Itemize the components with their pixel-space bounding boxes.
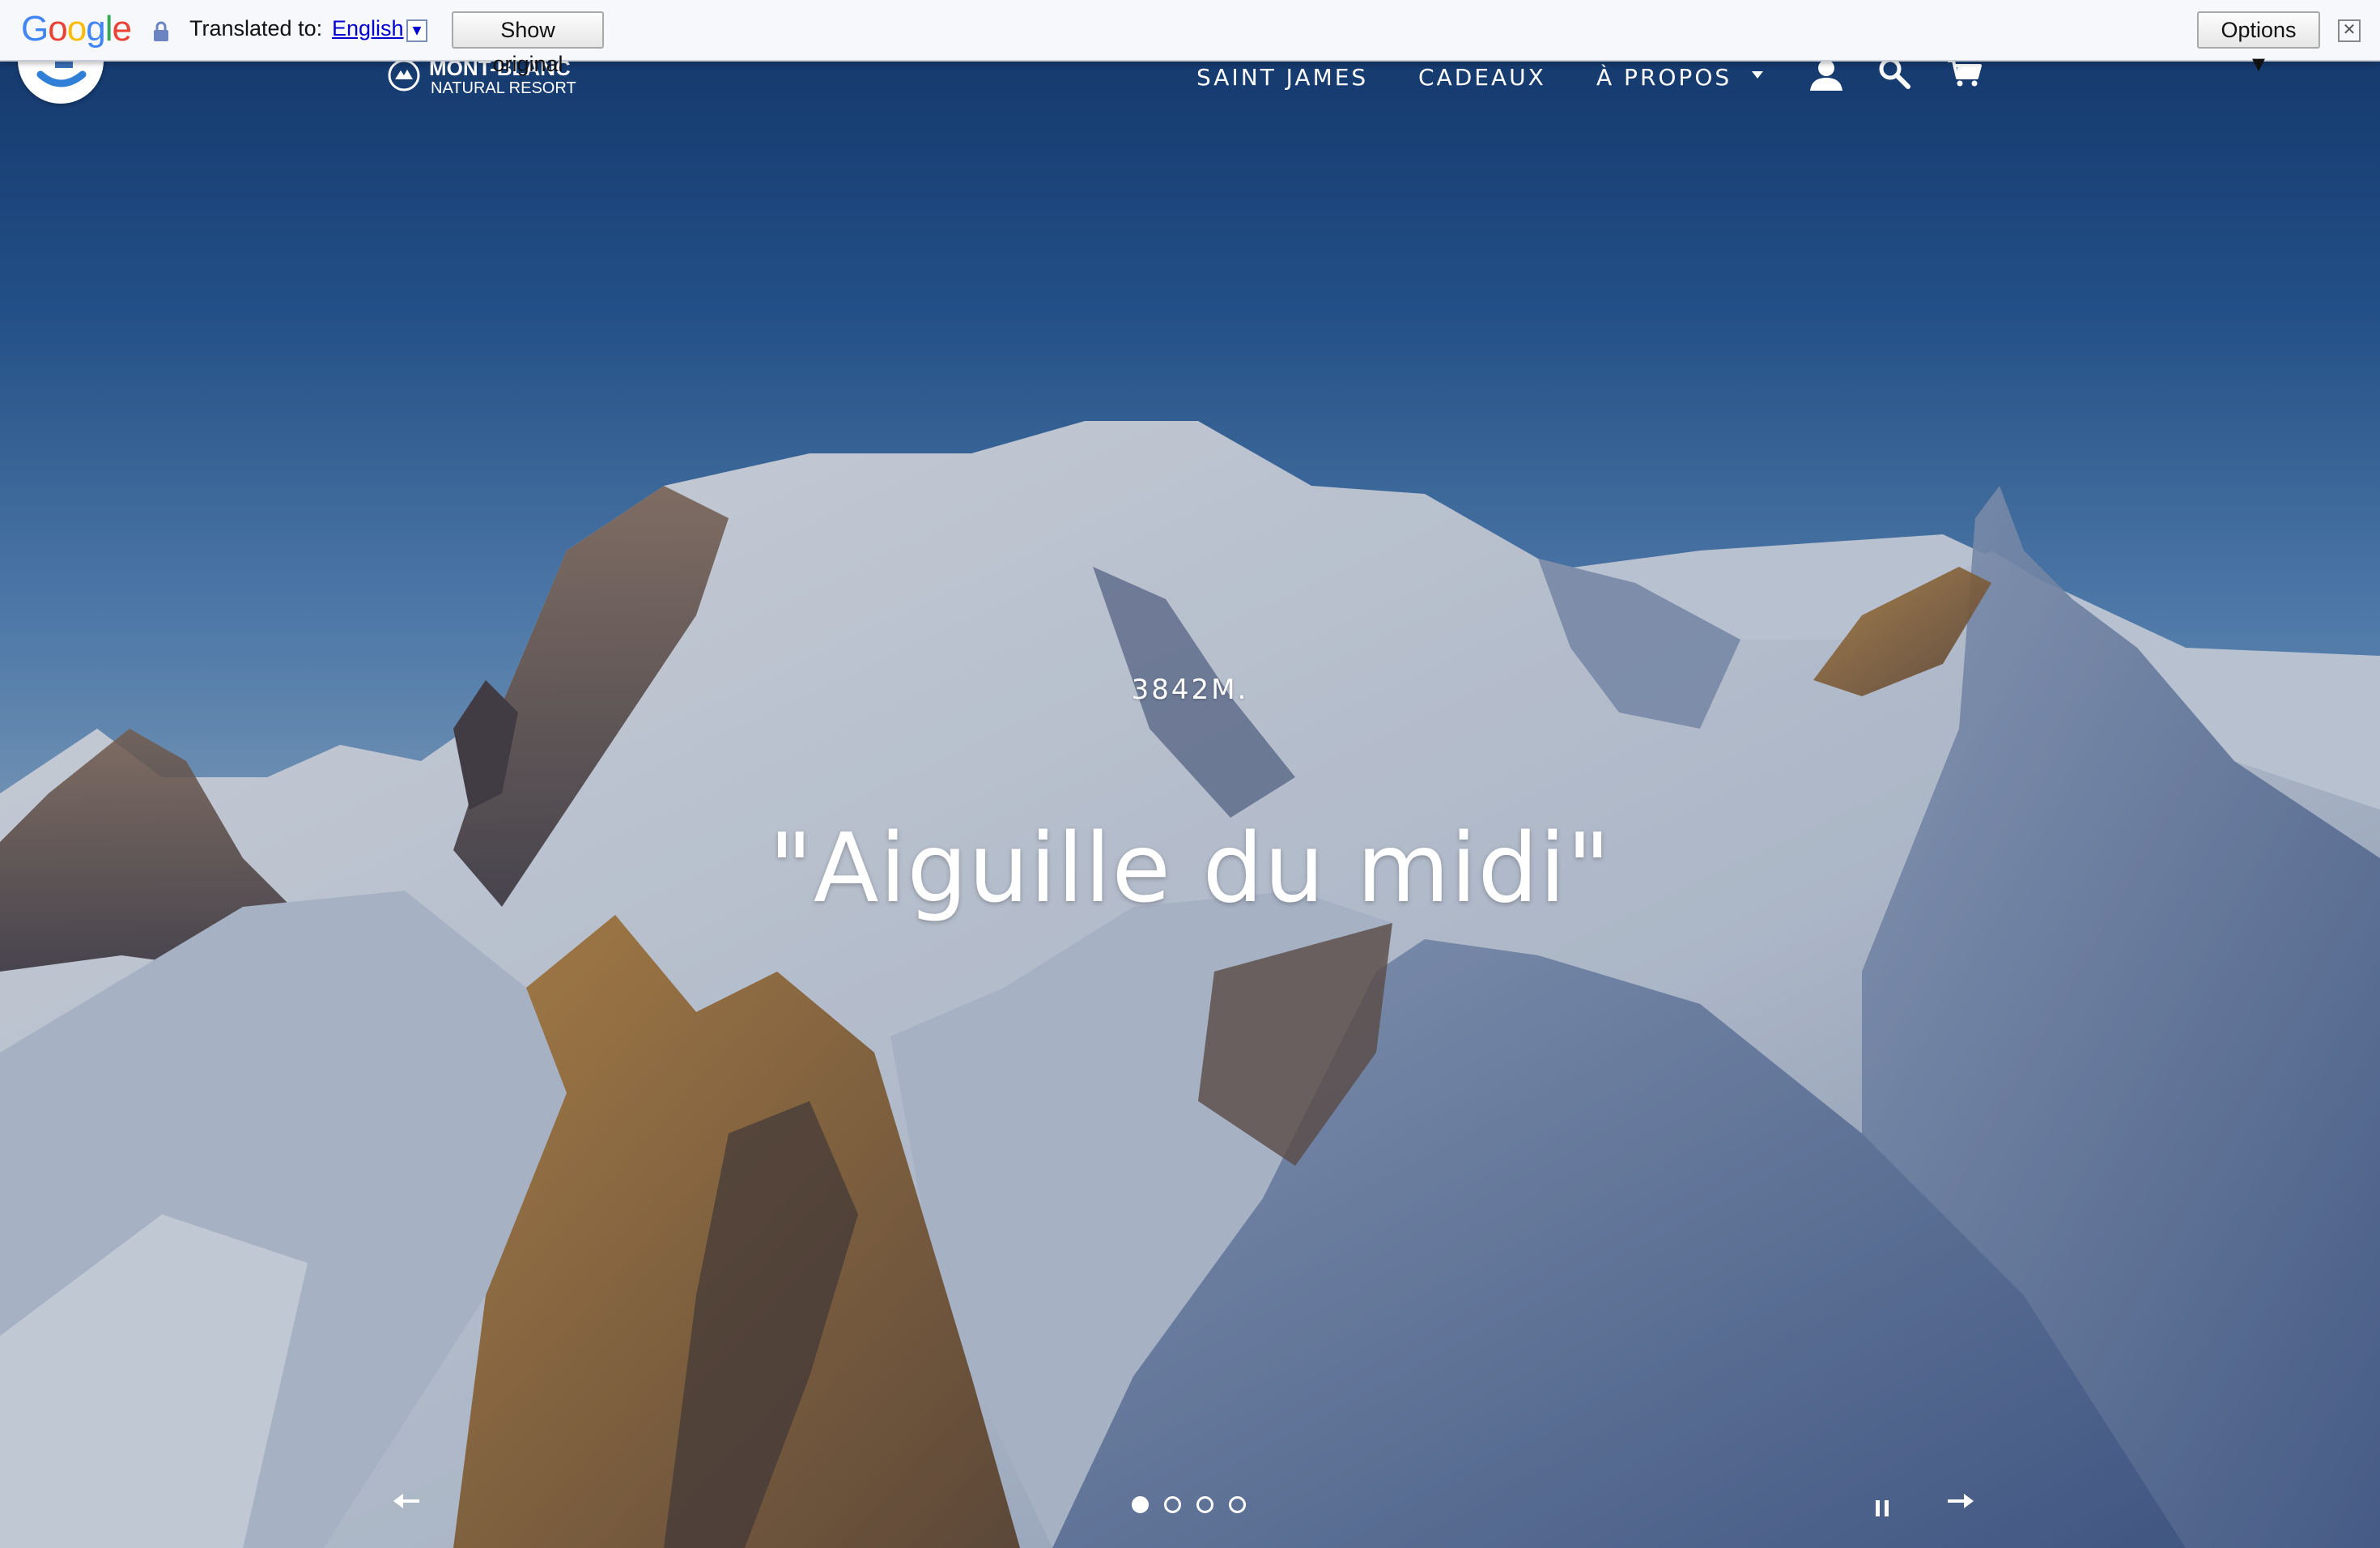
nav-a-propos[interactable]: À PROPOS <box>1596 63 1732 92</box>
close-icon[interactable]: ✕ <box>2338 19 2361 42</box>
hero-slideshow <box>0 0 2380 1548</box>
show-original-button[interactable]: Show original <box>452 11 604 76</box>
slide-dot-4[interactable] <box>1229 1496 1246 1513</box>
nav-cadeaux[interactable]: CADEAUX <box>1418 63 1546 92</box>
nav-saint-james[interactable]: SAINT JAMES <box>1196 63 1368 92</box>
slide-title: "Aiguille du midi" <box>768 812 1612 925</box>
google-logo[interactable]: Google <box>21 6 132 52</box>
mont-blanc-emblem-icon <box>388 59 420 91</box>
chevron-down-icon[interactable] <box>1752 71 1763 79</box>
arrow-right-icon[interactable] <box>1946 1491 1974 1511</box>
slide-dot-1[interactable] <box>1132 1496 1149 1513</box>
mountain-background-image <box>0 0 2380 1548</box>
options-button[interactable]: Options ▼ <box>2197 11 2320 76</box>
search-icon[interactable] <box>1878 57 1910 89</box>
user-icon[interactable] <box>1808 58 1844 91</box>
slide-dot-3[interactable] <box>1196 1496 1213 1513</box>
arrow-left-icon[interactable] <box>393 1491 421 1511</box>
slide-pagination <box>1132 1496 1246 1516</box>
translated-to-label: Translated to: <box>189 16 323 40</box>
google-translate-bar: Google Translated to: English ▼ Show ori… <box>0 0 2380 76</box>
slide-dot-2[interactable] <box>1164 1496 1181 1513</box>
pause-icon[interactable] <box>1875 1499 1889 1517</box>
language-link[interactable]: English <box>332 16 404 41</box>
lock-icon <box>154 21 168 41</box>
logo-line-2: NATURAL RESORT <box>431 79 576 97</box>
cart-icon[interactable] <box>1946 58 1982 87</box>
triangle-down-icon[interactable]: ▼ <box>406 19 427 42</box>
slide-subtitle: 3842M. <box>1131 674 1249 706</box>
